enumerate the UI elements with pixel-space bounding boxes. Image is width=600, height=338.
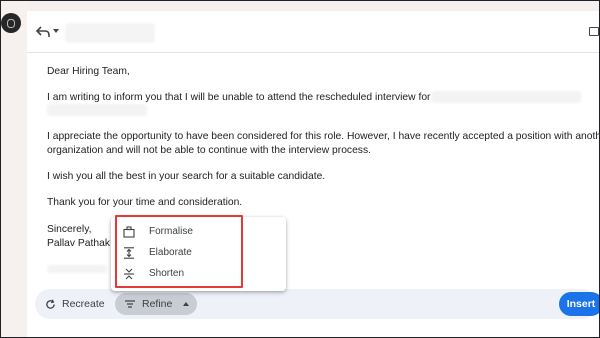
redacted-text [431, 91, 581, 103]
body-line-4: I wish you all the best in your search f… [47, 171, 326, 182]
left-gutter [1, 1, 27, 337]
refresh-icon [46, 298, 55, 309]
screenshot-frame: Dear Hiring Team, I am writing to inform… [0, 0, 600, 338]
recipient-field[interactable] [65, 23, 155, 43]
menu-item-label: Formalise [149, 226, 193, 237]
compose-header [27, 11, 599, 53]
top-strip [1, 1, 599, 11]
expand-vertical-icon [124, 247, 134, 259]
body-line-1: I am writing to inform you that I will b… [47, 92, 448, 103]
refine-button[interactable]: Refine [115, 293, 197, 315]
shorten-icon [124, 268, 134, 280]
filter-lines-icon [125, 300, 135, 308]
redacted-text [47, 104, 147, 116]
refine-menu: Formalise Elaborate Shorten [111, 217, 286, 291]
recreate-label: Recreate [62, 298, 105, 310]
refine-label: Refine [142, 298, 173, 310]
menu-item-formalise[interactable]: Formalise [111, 221, 286, 243]
signature: Pallav Pathak [47, 238, 110, 249]
chevron-up-icon [183, 302, 190, 306]
menu-item-elaborate[interactable]: Elaborate [111, 242, 286, 264]
body-line-2: I appreciate the opportunity to have bee… [47, 131, 600, 142]
body-line-5: Thank you for your time and consideratio… [47, 197, 243, 208]
body-line-3: organization and will not be able to con… [47, 145, 371, 156]
reply-dropdown-icon[interactable] [53, 29, 59, 33]
ai-toolbar: Recreate Refine Insert [35, 289, 599, 319]
redacted-text [47, 265, 107, 273]
closing: Sincerely, [47, 224, 92, 235]
recreate-button[interactable]: Recreate [45, 296, 105, 312]
avatar[interactable] [1, 13, 21, 33]
menu-item-shorten[interactable]: Shorten [111, 263, 286, 285]
greeting: Dear Hiring Team, [47, 66, 130, 77]
menu-item-label: Elaborate [149, 247, 192, 258]
pop-out-icon[interactable] [589, 27, 599, 36]
menu-item-label: Shorten [149, 268, 185, 279]
briefcase-icon [123, 226, 135, 238]
reply-icon[interactable] [35, 25, 51, 39]
insert-button[interactable]: Insert [559, 292, 599, 316]
